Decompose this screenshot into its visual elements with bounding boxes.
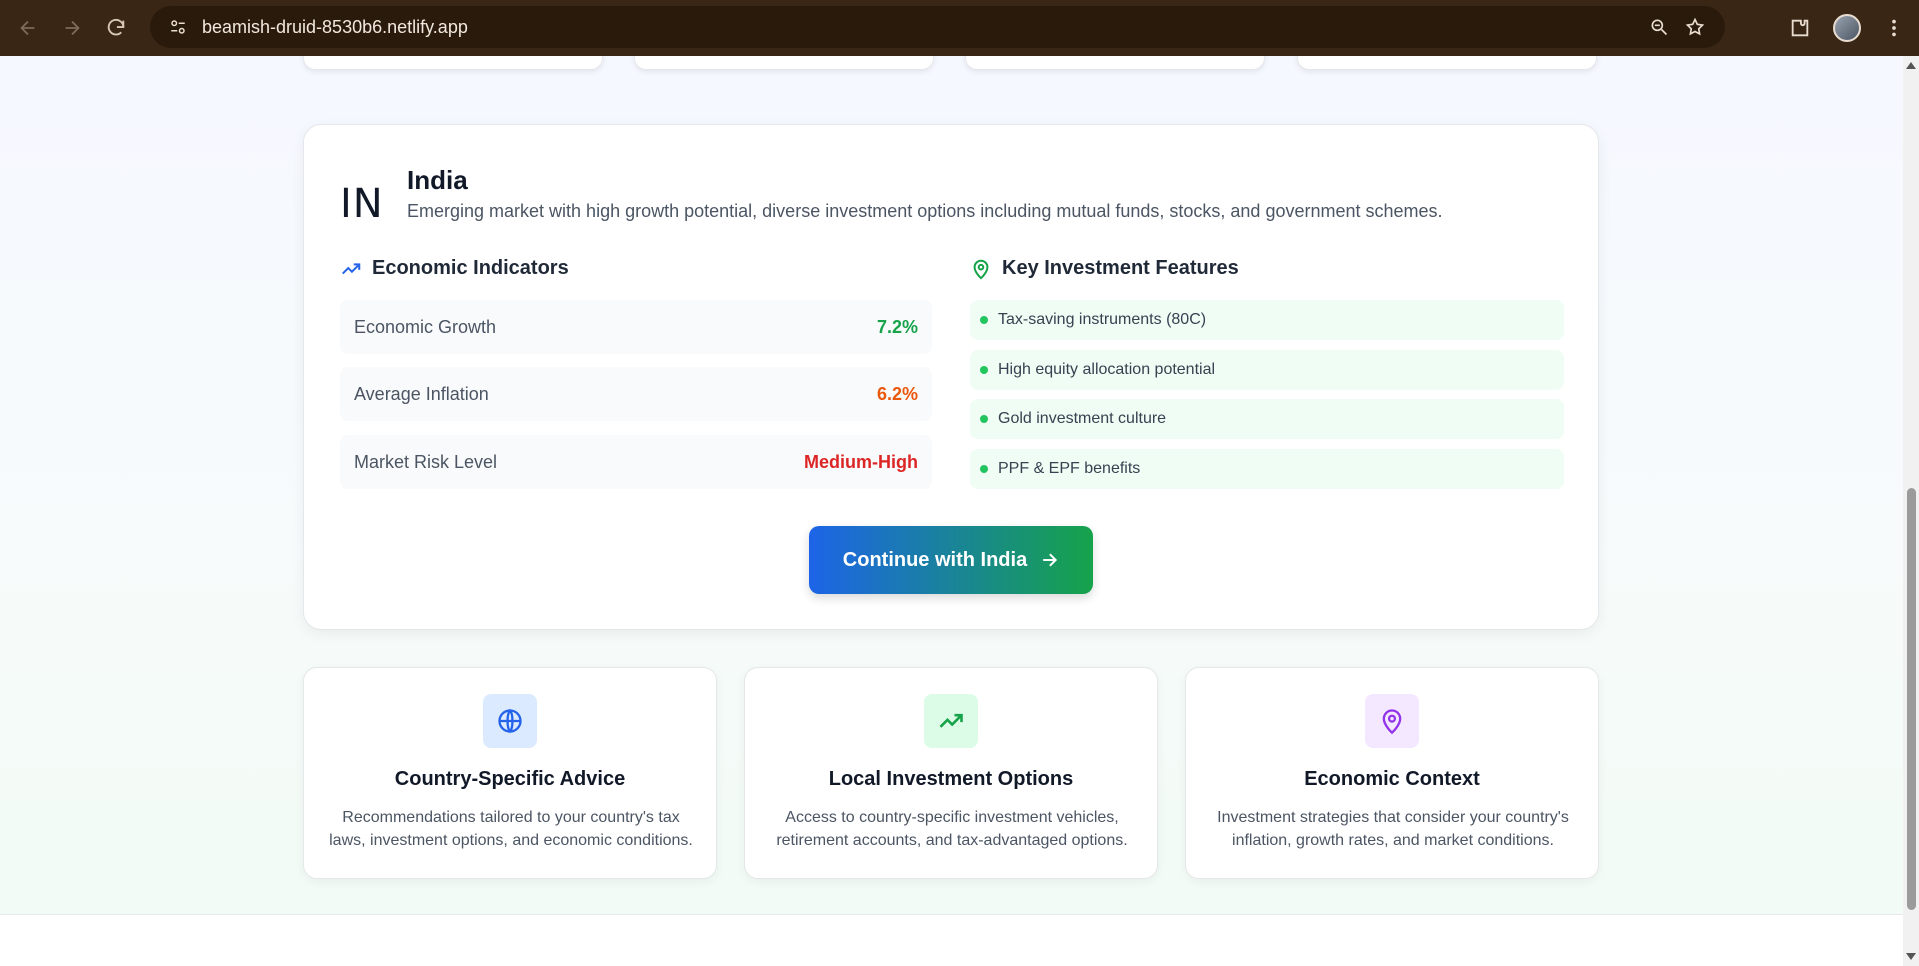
indicator-value: 7.2%	[876, 316, 918, 337]
desc-line: Investment strategies that consider your…	[1217, 809, 1569, 826]
feature-text: High equity allocation potential	[998, 361, 1216, 378]
info-card-title: Economic Context	[1304, 768, 1480, 790]
country-code: IN	[340, 181, 384, 227]
indicator-label: Average Inflation	[354, 383, 489, 404]
desc-line: inflation, growth rates, and market cond…	[1232, 832, 1554, 849]
browser-toolbar: beamish-druid-8530b6.netlify.app	[0, 0, 1919, 56]
arrow-right-icon	[65, 20, 80, 36]
reload-icon	[107, 18, 125, 36]
indicator-label: Market Risk Level	[354, 451, 498, 472]
info-card-description: Recommendations tailored to your country…	[324, 806, 698, 852]
info-card: Economic Context Investment strategies t…	[1185, 667, 1599, 879]
info-card: Country-Specific Advice Recommendations …	[303, 667, 717, 879]
desc-line: retirement accounts, and tax-advantaged …	[776, 832, 1128, 849]
trending-up-icon	[939, 713, 963, 728]
feature-text: Tax-saving instruments (80C)	[998, 311, 1207, 328]
scrollbar-thumb[interactable]	[1907, 488, 1916, 910]
icon-box	[1365, 694, 1419, 748]
scroll-up-icon[interactable]	[1906, 62, 1916, 69]
globe-icon	[498, 708, 522, 734]
country-card-stub[interactable]	[303, 56, 603, 70]
arrow-right-icon	[1043, 553, 1058, 567]
indicator-row: Economic Growth 7.2%	[340, 300, 932, 354]
forward-button[interactable]	[50, 6, 94, 50]
country-card-stub[interactable]	[634, 56, 934, 70]
page-content: IN India Emerging market with high growt…	[0, 56, 1903, 966]
desc-line: laws, investment options, and economic c…	[329, 832, 693, 849]
address-bar[interactable]: beamish-druid-8530b6.netlify.app	[150, 6, 1725, 48]
star-icon[interactable]	[1685, 17, 1705, 37]
icon-box	[924, 694, 978, 748]
bullet-dot-icon	[980, 366, 988, 374]
economic-indicators-heading: Economic Indicators	[340, 257, 569, 280]
scroll-down-icon[interactable]	[1906, 953, 1916, 960]
indicator-value: Medium-High	[804, 451, 918, 472]
info-card: Local Investment Options Access to count…	[744, 667, 1158, 879]
more-menu-icon[interactable]	[1883, 17, 1905, 39]
site-info-icon[interactable]	[166, 15, 190, 39]
investment-features-heading: Key Investment Features	[970, 257, 1239, 280]
arrow-left-icon	[20, 20, 35, 36]
feature-item: High equity allocation potential	[970, 350, 1564, 390]
bullet-dot-icon	[980, 465, 988, 473]
bullet-dot-icon	[980, 415, 988, 423]
map-pin-icon	[973, 259, 989, 280]
indicator-row: Average Inflation 6.2%	[340, 367, 932, 421]
info-card-description: Investment strategies that consider your…	[1206, 806, 1580, 852]
trending-up-icon	[342, 262, 361, 274]
info-card-title: Country-Specific Advice	[394, 768, 626, 790]
url-text[interactable]: beamish-druid-8530b6.netlify.app	[202, 17, 468, 38]
indicator-value: 6.2%	[876, 383, 918, 404]
info-card-description: Access to country-specific investment ve…	[765, 806, 1139, 852]
profile-avatar[interactable]	[1833, 14, 1861, 42]
indicator-label: Economic Growth	[354, 316, 497, 337]
feature-item: Gold investment culture	[970, 399, 1564, 439]
indicator-row: Market Risk Level Medium-High	[340, 435, 932, 489]
bullet-dot-icon	[980, 316, 988, 324]
section-title-text: Economic Indicators	[372, 257, 569, 279]
country-description: Emerging market with high growth potenti…	[407, 201, 1443, 221]
icon-box	[483, 694, 537, 748]
feature-text: PPF & EPF benefits	[998, 460, 1141, 477]
scrollbar[interactable]	[1903, 56, 1919, 966]
feature-item: Tax-saving instruments (80C)	[970, 300, 1564, 340]
desc-line: Access to country-specific investment ve…	[785, 809, 1119, 826]
back-button[interactable]	[6, 6, 50, 50]
map-pin-icon	[1382, 709, 1402, 735]
info-card-title: Local Investment Options	[828, 768, 1074, 790]
feature-item: PPF & EPF benefits	[970, 449, 1564, 489]
footer	[0, 914, 1903, 966]
continue-button[interactable]: Continue with India	[809, 526, 1093, 594]
section-title-text: Key Investment Features	[1002, 257, 1239, 279]
feature-text: Gold investment culture	[998, 410, 1167, 427]
country-card-stub[interactable]	[965, 56, 1265, 70]
zoom-icon[interactable]	[1649, 17, 1669, 37]
country-card-stub[interactable]	[1297, 56, 1597, 70]
extensions-icon[interactable]	[1789, 17, 1811, 39]
reload-button[interactable]	[94, 6, 138, 50]
country-detail-card: IN India Emerging market with high growt…	[303, 124, 1599, 630]
country-name: India	[407, 165, 468, 195]
continue-button-label: Continue with India	[842, 548, 1028, 571]
desc-line: Recommendations tailored to your country…	[342, 809, 680, 826]
